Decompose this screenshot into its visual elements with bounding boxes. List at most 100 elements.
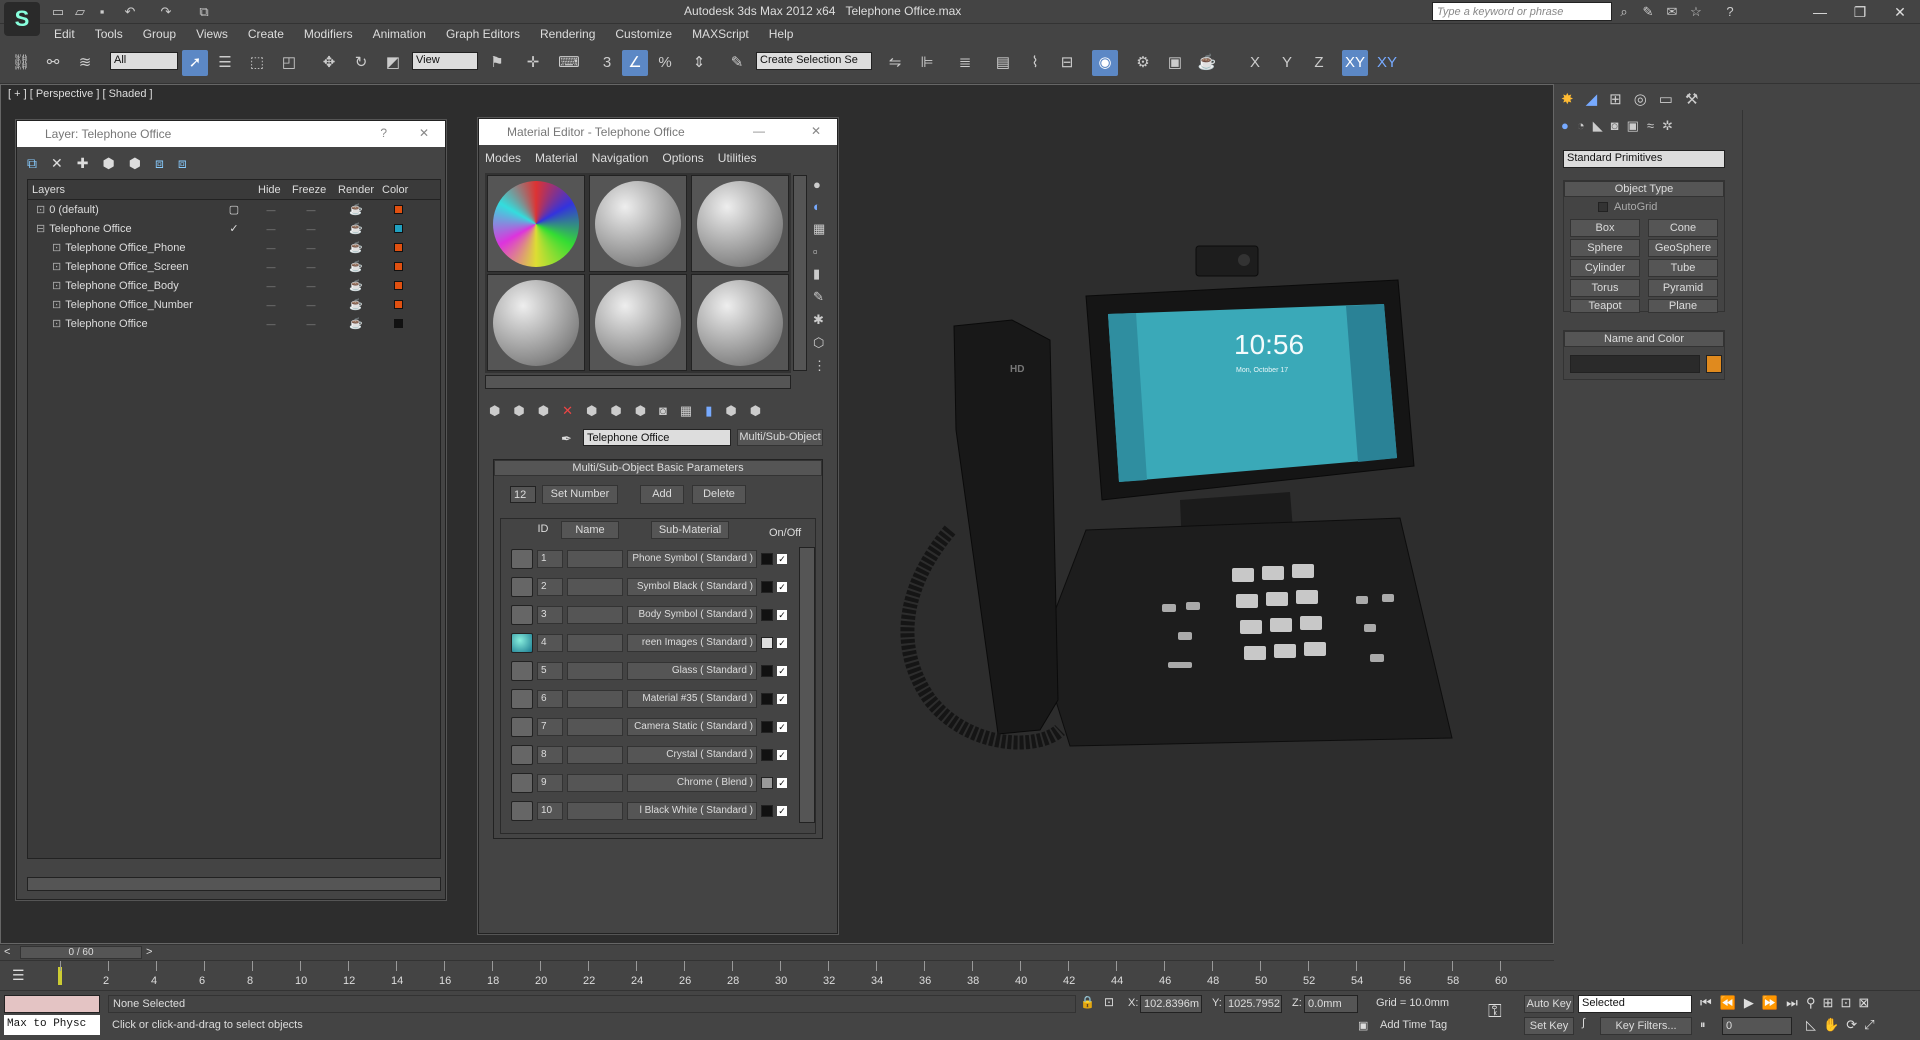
assign-material-icon[interactable]: ⬢ bbox=[538, 403, 549, 419]
freeze-toggle[interactable]: — bbox=[288, 281, 334, 291]
submaterial-onoff-checkbox[interactable]: ✓ bbox=[777, 554, 787, 564]
layer-window-titlebar[interactable]: Layer: Telephone Office ? ✕ bbox=[17, 121, 445, 147]
viewport-label[interactable]: [ + ] [ Perspective ] [ Shaded ] bbox=[8, 88, 153, 100]
communication-icon[interactable]: ✉ bbox=[1664, 4, 1680, 20]
menu-rendering[interactable]: Rendering bbox=[530, 24, 605, 44]
menu-views[interactable]: Views bbox=[186, 24, 238, 44]
freeze-toggle[interactable]: — bbox=[288, 262, 334, 272]
create-layer-icon[interactable]: ⧉ bbox=[27, 155, 37, 172]
lock-selection-icon[interactable]: 🔒 bbox=[1080, 995, 1095, 1009]
column-id[interactable]: ID bbox=[529, 523, 557, 535]
hide-toggle[interactable]: — bbox=[254, 243, 288, 253]
go-to-start-icon[interactable]: ⏮ bbox=[1700, 995, 1712, 1011]
menu-modes[interactable]: Modes bbox=[485, 151, 521, 165]
cone-button[interactable]: Cone bbox=[1648, 219, 1718, 237]
submaterial-row[interactable]: 5 Glass ( Standard ) ✓ bbox=[511, 659, 787, 683]
search-input[interactable]: Type a keyword or phrase bbox=[1432, 2, 1612, 21]
default-tangents-icon[interactable]: ∫ bbox=[1582, 1017, 1585, 1029]
layer-row[interactable]: ⊡ Telephone Office_Body — — ☕ bbox=[28, 276, 440, 295]
pivot-center-icon[interactable]: ⚑ bbox=[484, 50, 510, 76]
go-to-parent-icon[interactable]: ⬢ bbox=[725, 403, 736, 419]
highlight-layer-icon[interactable]: ⬢ bbox=[129, 155, 141, 172]
put-to-scene-icon[interactable]: ⬢ bbox=[513, 403, 524, 419]
submaterial-row[interactable]: 4 reen Images ( Standard ) ✓ bbox=[511, 631, 787, 655]
show-end-result-icon[interactable]: ▮ bbox=[705, 403, 712, 419]
submaterial-name-field[interactable] bbox=[567, 662, 623, 680]
pick-material-icon[interactable]: ✒ bbox=[561, 431, 572, 447]
submaterial-color-swatch[interactable] bbox=[761, 665, 773, 677]
cylinder-button[interactable]: Cylinder bbox=[1570, 259, 1640, 277]
menu-edit[interactable]: Edit bbox=[44, 24, 85, 44]
submaterial-button[interactable]: l Black White ( Standard ) bbox=[627, 802, 757, 820]
set-number-button[interactable]: Set Number bbox=[542, 485, 618, 504]
layer-color-swatch[interactable] bbox=[393, 281, 403, 290]
uv-tiling-icon[interactable]: ▫ bbox=[813, 244, 826, 259]
hide-toggle[interactable]: — bbox=[254, 281, 288, 291]
app-logo-icon[interactable]: S bbox=[4, 2, 40, 36]
delete-layer-icon[interactable]: ✕ bbox=[51, 155, 63, 172]
track-bar[interactable]: ☰ 2 4 6 8 10 12 14 16 18 20 22 24 26 28 30 32 34 36 38 40 42… bbox=[0, 960, 1554, 990]
utilities-tab-icon[interactable]: ⚒ bbox=[1685, 90, 1698, 108]
subscription-icon[interactable]: ✎ bbox=[1640, 4, 1656, 20]
submaterial-row[interactable]: 8 Crystal ( Standard ) ✓ bbox=[511, 743, 787, 767]
telephone-model[interactable]: 10:56 Mon, October 17 HD bbox=[890, 230, 1470, 790]
motion-tab-icon[interactable]: ◎ bbox=[1634, 90, 1647, 108]
submaterial-vscrollbar[interactable] bbox=[799, 547, 815, 823]
menu-utilities[interactable]: Utilities bbox=[718, 151, 757, 165]
zoom-icon[interactable]: ⚲ bbox=[1806, 995, 1816, 1011]
schematic-view-icon[interactable]: ⊟ bbox=[1054, 50, 1080, 76]
helpers-icon[interactable]: ▣ bbox=[1627, 118, 1639, 134]
mirror-icon[interactable]: ⇋ bbox=[882, 50, 908, 76]
backlight-icon[interactable]: ◐ bbox=[813, 199, 826, 214]
select-objects-icon[interactable]: ⬢ bbox=[102, 155, 114, 172]
new-file-icon[interactable]: ▭ bbox=[50, 4, 66, 20]
previous-frame-icon[interactable]: ⏪ bbox=[1720, 995, 1736, 1011]
submaterial-button[interactable]: Crystal ( Standard ) bbox=[627, 746, 757, 764]
submaterial-name-field[interactable] bbox=[567, 802, 623, 820]
current-layer-indicator[interactable]: ✓ bbox=[214, 222, 254, 235]
submaterial-color-swatch[interactable] bbox=[761, 721, 773, 733]
submaterial-id-field[interactable]: 6 bbox=[537, 690, 563, 708]
layer-color-swatch[interactable] bbox=[393, 243, 403, 252]
select-object-icon[interactable]: ➚ bbox=[182, 50, 208, 76]
freeze-toggle[interactable]: — bbox=[288, 205, 334, 215]
submaterial-color-swatch[interactable] bbox=[761, 749, 773, 761]
submaterial-onoff-checkbox[interactable]: ✓ bbox=[777, 750, 787, 760]
sphere-button[interactable]: Sphere bbox=[1570, 239, 1640, 257]
shapes-icon[interactable]: ◔ bbox=[1577, 118, 1585, 134]
submaterial-color-swatch[interactable] bbox=[761, 637, 773, 649]
submaterial-row[interactable]: 2 Symbol Black ( Standard ) ✓ bbox=[511, 575, 787, 599]
submaterial-onoff-checkbox[interactable]: ✓ bbox=[777, 666, 787, 676]
make-copy-icon[interactable]: ⬢ bbox=[586, 403, 597, 419]
render-production-icon[interactable]: ☕ bbox=[1194, 50, 1220, 76]
align-icon[interactable]: ⊫ bbox=[914, 50, 940, 76]
menu-animation[interactable]: Animation bbox=[363, 24, 436, 44]
submaterial-onoff-checkbox[interactable]: ✓ bbox=[777, 806, 787, 816]
submaterial-button[interactable]: Material #35 ( Standard ) bbox=[627, 690, 757, 708]
select-by-name-icon[interactable]: ☰ bbox=[212, 50, 238, 76]
go-forward-icon[interactable]: ⬢ bbox=[750, 403, 761, 419]
layer-color-swatch[interactable] bbox=[393, 224, 403, 233]
sample-slot-5[interactable] bbox=[589, 274, 687, 371]
material-editor-icon[interactable]: ◉ bbox=[1092, 50, 1118, 76]
submaterial-name-field[interactable] bbox=[567, 550, 623, 568]
render-teapot-icon[interactable]: ☕ bbox=[334, 317, 378, 330]
z-coord-field[interactable]: 0.0mm bbox=[1304, 995, 1358, 1013]
render-setup-icon[interactable]: ⚙ bbox=[1130, 50, 1156, 76]
background-icon[interactable]: ▦ bbox=[813, 221, 826, 237]
autogrid-checkbox[interactable] bbox=[1598, 202, 1608, 212]
angle-snap-icon[interactable]: ∠ bbox=[622, 50, 648, 76]
menu-navigation[interactable]: Navigation bbox=[592, 151, 649, 165]
graphite-ribbon-icon[interactable]: ▤ bbox=[990, 50, 1016, 76]
tube-button[interactable]: Tube bbox=[1648, 259, 1718, 277]
x-coord-field[interactable]: 102.8396m bbox=[1140, 995, 1202, 1013]
rectangular-selection-icon[interactable]: ⬚ bbox=[244, 50, 270, 76]
geosphere-button[interactable]: GeoSphere bbox=[1648, 239, 1718, 257]
submaterial-id-field[interactable]: 7 bbox=[537, 718, 563, 736]
submaterial-button[interactable]: reen Images ( Standard ) bbox=[627, 634, 757, 652]
submaterial-row[interactable]: 7 Camera Static ( Standard ) ✓ bbox=[511, 715, 787, 739]
hide-toggle[interactable]: — bbox=[254, 319, 288, 329]
percent-snap-icon[interactable]: % bbox=[652, 50, 678, 76]
layer-color-swatch[interactable] bbox=[393, 205, 403, 214]
submaterial-button[interactable]: Body Symbol ( Standard ) bbox=[627, 606, 757, 624]
